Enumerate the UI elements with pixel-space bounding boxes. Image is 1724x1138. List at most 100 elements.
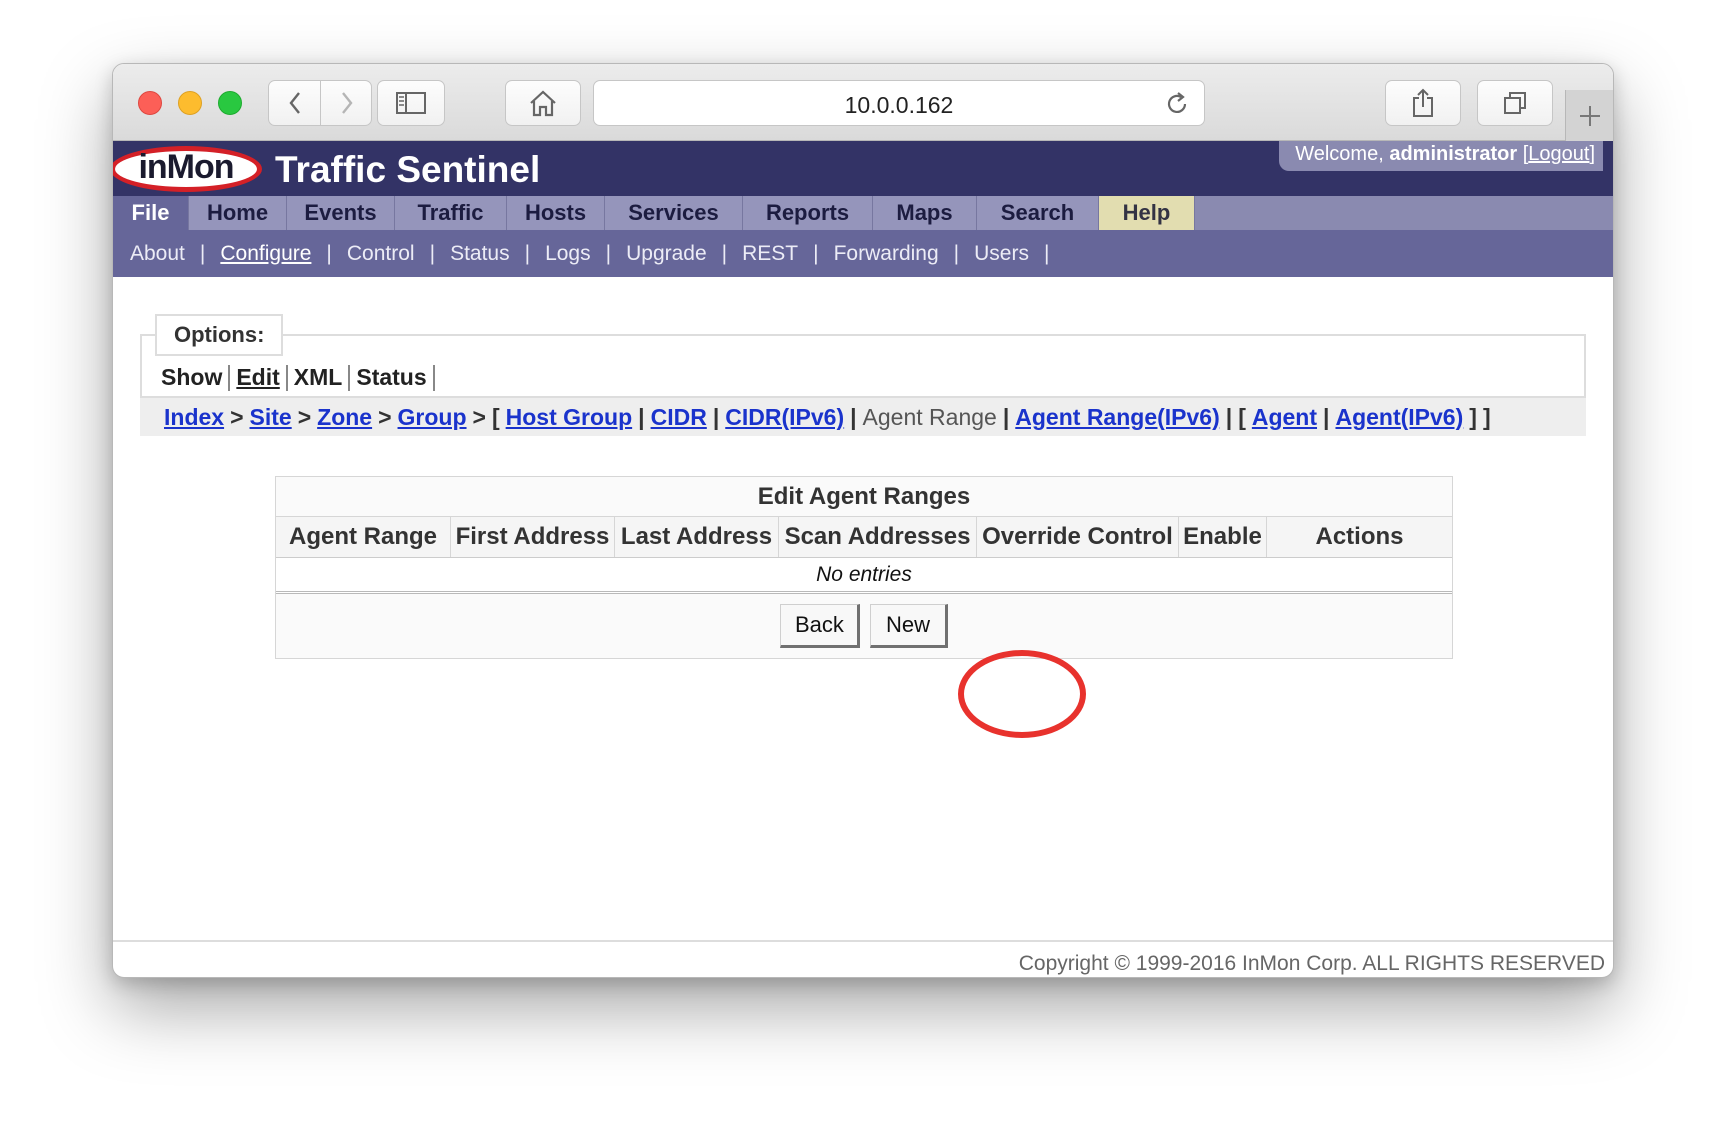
submenu-about[interactable]: About [130, 242, 185, 266]
column-header: Override Control [977, 517, 1179, 557]
option-separator [348, 364, 351, 391]
chevron-right-icon [342, 92, 353, 114]
submenu-control[interactable]: Control [347, 242, 415, 266]
agent-ranges-table: Edit Agent Ranges Agent Range First Addre… [275, 476, 1453, 659]
submenu-separator: | [605, 241, 612, 265]
address-bar[interactable]: 10.0.0.162 [593, 80, 1205, 126]
reload-icon[interactable] [1164, 91, 1190, 117]
table-header-row: Agent Range First Address Last Address Scan… [276, 517, 1452, 558]
menu-home[interactable]: Home [189, 196, 287, 230]
submenu-separator: | [953, 241, 960, 265]
home-icon [530, 90, 556, 117]
submenu-logs[interactable]: Logs [545, 242, 591, 266]
chevron-left-icon [288, 92, 300, 114]
menu-traffic[interactable]: Traffic [395, 196, 507, 230]
breadcrumb-group[interactable]: Group [398, 404, 467, 431]
submenu-status[interactable]: Status [450, 242, 510, 266]
column-header: Actions [1315, 523, 1404, 550]
menu-file[interactable]: File [113, 196, 189, 230]
submenu-configure[interactable]: Configure [220, 242, 311, 266]
submenu-separator: | [721, 241, 728, 265]
breadcrumb-index[interactable]: Index [164, 404, 224, 431]
breadcrumb-zone[interactable]: Zone [317, 404, 372, 431]
main-menu: File Home Events Traffic Hosts Services Report… [113, 196, 1613, 230]
back-nav-button[interactable] [269, 81, 321, 125]
back-button[interactable]: Back [780, 604, 860, 648]
submenu-rest[interactable]: REST [742, 242, 798, 266]
breadcrumb-agent-range-current: Agent Range [862, 403, 997, 430]
submenu-forwarding[interactable]: Forwarding [834, 242, 939, 266]
options-links: Show Edit XML Status [161, 364, 441, 391]
page-footer: Copyright © 1999-2016 InMon Corp. ALL RI… [113, 940, 1613, 977]
options-legend: Options: [155, 314, 284, 356]
menu-hosts[interactable]: Hosts [507, 196, 605, 230]
highlight-circle [958, 650, 1086, 738]
zoom-window-button[interactable] [218, 91, 242, 115]
breadcrumb-host-group[interactable]: Host Group [506, 404, 633, 431]
browser-window: 10.0.0.162 inMon Traffic Sentinel Welcom… [112, 63, 1614, 978]
menu-events[interactable]: Events [287, 196, 395, 230]
option-separator [432, 364, 435, 391]
new-tab-button[interactable] [1565, 90, 1613, 141]
submenu-separator: | [813, 241, 819, 265]
breadcrumb-cidr-ipv6[interactable]: CIDR(IPv6) [725, 404, 844, 431]
logo-text: inMon [138, 148, 234, 186]
url-text: 10.0.0.162 [844, 92, 954, 118]
close-window-button[interactable] [138, 91, 162, 115]
home-button[interactable] [505, 80, 581, 126]
logout-link[interactable]: Logout [1528, 143, 1589, 165]
breadcrumb-agent-range-ipv6[interactable]: Agent Range(IPv6) [1015, 404, 1219, 431]
option-edit[interactable]: Edit [236, 364, 279, 391]
welcome-box: Welcome, administrator [Logout] [1279, 141, 1603, 171]
option-separator [228, 364, 231, 391]
share-button[interactable] [1385, 80, 1461, 126]
option-status[interactable]: Status [356, 364, 426, 391]
sidebar-icon [396, 92, 426, 114]
submenu-separator: | [524, 241, 531, 265]
breadcrumb-agent-ipv6[interactable]: Agent(IPv6) [1335, 404, 1463, 431]
submenu-separator: | [429, 241, 436, 265]
option-xml[interactable]: XML [294, 364, 343, 391]
breadcrumb-agent[interactable]: Agent [1252, 404, 1317, 431]
column-header: Agent Range [276, 517, 451, 557]
sub-menu: About | Configure | Control | Status | Logs | Upgr… [113, 230, 1613, 277]
submenu-separator: | [1043, 241, 1050, 265]
submenu-upgrade[interactable]: Upgrade [626, 242, 707, 266]
tabs-icon [1504, 92, 1526, 114]
forward-nav-button[interactable] [321, 81, 371, 125]
column-header: Scan Addresses [779, 517, 977, 557]
submenu-users[interactable]: Users [974, 242, 1029, 266]
menu-help[interactable]: Help [1099, 196, 1195, 230]
welcome-prefix: Welcome, [1295, 143, 1384, 165]
table-caption: Edit Agent Ranges [276, 477, 1452, 517]
option-separator [285, 364, 288, 391]
submenu-separator: | [326, 241, 332, 265]
column-header: First Address [451, 517, 615, 557]
empty-row: No entries [276, 558, 1452, 594]
history-nav [268, 80, 372, 126]
inmon-logo[interactable]: inMon [113, 146, 262, 192]
plus-icon [1579, 105, 1600, 126]
option-show[interactable]: Show [161, 364, 222, 391]
tabs-overview-button[interactable] [1477, 80, 1553, 126]
copyright-text: Copyright © 1999-2016 InMon Corp. ALL RI… [1018, 952, 1605, 975]
username: administrator [1389, 143, 1518, 165]
column-header: Enable [1179, 517, 1267, 557]
menu-reports[interactable]: Reports [743, 196, 873, 230]
minimize-window-button[interactable] [178, 91, 202, 115]
menu-search[interactable]: Search [977, 196, 1099, 230]
sidebar-toggle-button[interactable] [377, 80, 445, 126]
menu-maps[interactable]: Maps [873, 196, 977, 230]
share-icon [1413, 88, 1433, 117]
breadcrumb-site[interactable]: Site [250, 404, 292, 431]
submenu-separator: | [199, 241, 206, 265]
new-button[interactable]: New [870, 604, 948, 648]
app-title: Traffic Sentinel [275, 149, 541, 190]
column-header: Last Address [615, 517, 779, 557]
app-header: inMon Traffic Sentinel Welcome, administ… [113, 141, 1613, 196]
breadcrumb-cidr[interactable]: CIDR [651, 404, 707, 431]
breadcrumb: Index > Site > Zone > Group > [ Host Gro… [140, 398, 1586, 436]
table-actions: Back New [276, 594, 1452, 658]
browser-toolbar: 10.0.0.162 [113, 64, 1613, 141]
menu-services[interactable]: Services [605, 196, 743, 230]
